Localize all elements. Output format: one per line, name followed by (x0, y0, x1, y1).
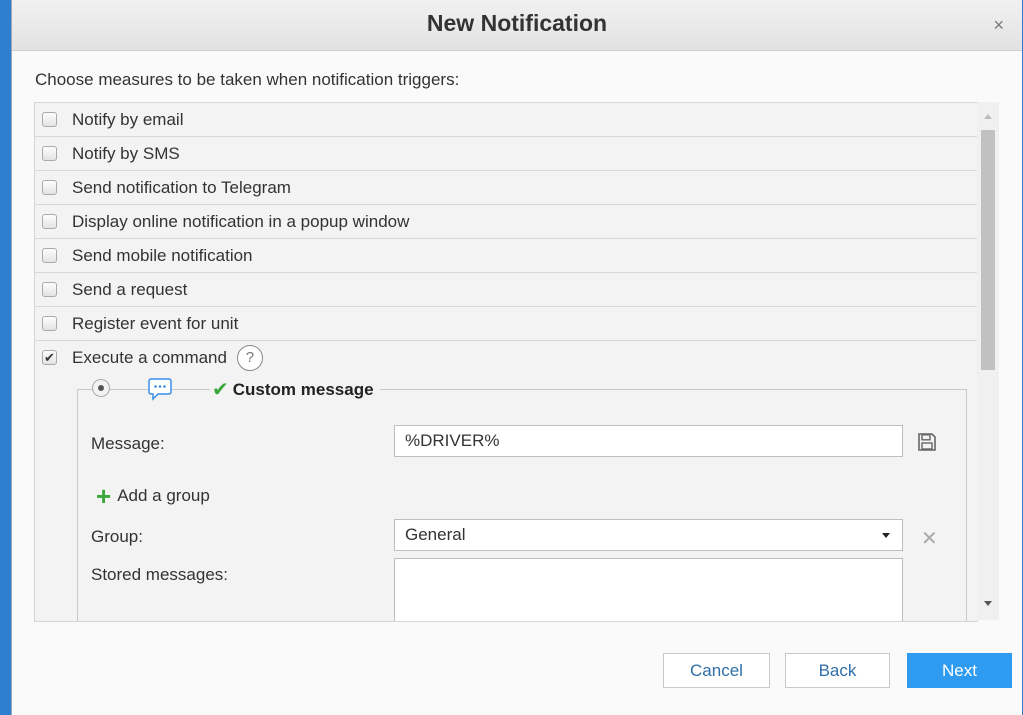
close-icon[interactable]: × (993, 16, 1004, 34)
group-select[interactable]: General (394, 519, 903, 551)
action-row-popup[interactable]: Display online notification in a popup w… (35, 205, 977, 239)
checkbox-mobile[interactable] (42, 248, 57, 263)
list-scrollbar[interactable] (977, 102, 999, 620)
chat-icon[interactable] (148, 376, 172, 407)
chevron-down-icon[interactable] (882, 533, 890, 538)
action-label: Register event for unit (72, 313, 239, 333)
custom-message-legend: ✔ Custom message (210, 377, 380, 402)
action-row-register-event[interactable]: Register event for unit (35, 307, 977, 341)
plus-icon: + (96, 481, 112, 511)
action-label: Send mobile notification (72, 245, 253, 265)
action-label: Notify by email (72, 109, 184, 129)
scroll-up-icon[interactable] (984, 114, 992, 119)
action-row-request[interactable]: Send a request (35, 273, 977, 307)
message-label: Message: (91, 434, 165, 453)
checkbox-notify-sms[interactable] (42, 146, 57, 161)
scroll-down-icon[interactable] (984, 601, 992, 606)
checkbox-notify-email[interactable] (42, 112, 57, 127)
checkbox-register-event[interactable] (42, 316, 57, 331)
action-row-email[interactable]: Notify by email (35, 103, 977, 137)
next-button[interactable]: Next (907, 653, 1012, 688)
add-group-label: Add a group (117, 486, 210, 505)
dialog-titlebar: New Notification × (12, 0, 1022, 51)
custom-message-radio[interactable] (92, 379, 110, 397)
help-icon[interactable]: ? (236, 344, 263, 371)
legend-label: Custom message (232, 379, 374, 399)
scrollbar-thumb[interactable] (981, 130, 995, 370)
dialog-title: New Notification (426, 10, 608, 36)
stored-messages-label: Stored messages: (91, 565, 229, 584)
checkbox-popup[interactable] (42, 214, 57, 229)
checkmark-icon: ✔ (212, 379, 229, 401)
action-row-mobile[interactable]: Send mobile notification (35, 239, 977, 273)
action-label: Send notification to Telegram (72, 177, 291, 197)
message-input[interactable]: %DRIVER% (394, 425, 903, 457)
command-panel: ✔ Custom message Message: %DRIVER% + Add… (77, 377, 967, 621)
checkbox-telegram[interactable] (42, 180, 57, 195)
clear-icon[interactable]: ✕ (921, 526, 938, 551)
checkbox-execute-command[interactable]: ✔ (42, 350, 57, 365)
add-group-button[interactable]: + Add a group (96, 481, 210, 511)
checkbox-request[interactable] (42, 282, 57, 297)
action-label: Notify by SMS (72, 143, 180, 163)
actions-list: Notify by email Notify by SMS Send notif… (34, 102, 978, 622)
action-row-telegram[interactable]: Send notification to Telegram (35, 171, 977, 205)
stored-messages-list[interactable] (394, 558, 903, 621)
new-notification-dialog: New Notification × Choose measures to be… (11, 0, 1022, 715)
save-icon[interactable] (917, 432, 937, 457)
action-row-sms[interactable]: Notify by SMS (35, 137, 977, 171)
group-select-value: General (405, 525, 466, 544)
action-row-execute-command[interactable]: ✔ Execute a command ? (35, 341, 977, 374)
group-label: Group: (91, 527, 143, 546)
instructions-text: Choose measures to be taken when notific… (35, 70, 460, 89)
action-label: Display online notification in a popup w… (72, 211, 410, 231)
back-button[interactable]: Back (785, 653, 890, 688)
action-label: Send a request (72, 279, 188, 299)
cancel-button[interactable]: Cancel (663, 653, 770, 688)
action-label: Execute a command (72, 347, 227, 367)
